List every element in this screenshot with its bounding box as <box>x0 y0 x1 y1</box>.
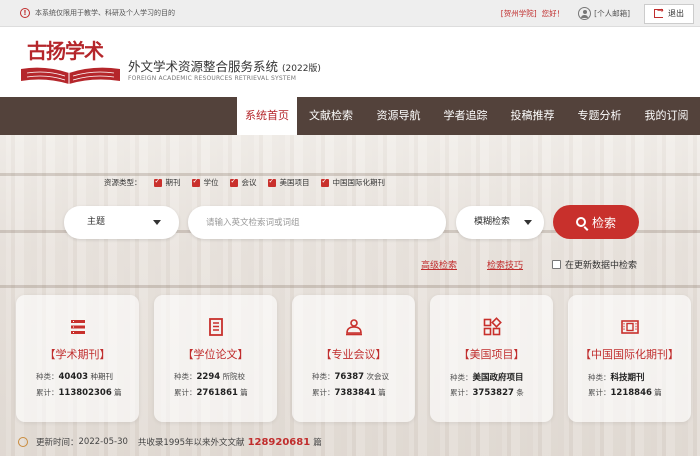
type-checkbox-conference[interactable]: 会议 <box>229 177 257 188</box>
total-value: 128920681 <box>247 436 311 448</box>
search-icon <box>575 217 586 227</box>
school-name[interactable]: [贺州学院] <box>501 8 537 19</box>
resource-card-thesis[interactable]: 【学位论文】 种类：2294 所院校 累计：2761861 篇 <box>154 295 277 422</box>
nav-literature-search[interactable]: 文献检索 <box>297 97 365 135</box>
type-label: 中国国际化期刊 <box>332 178 386 187</box>
total-prefix: 共收录1995年以来外文文献 <box>137 438 245 448</box>
card-total-count: 累计：3753827 条 <box>450 388 524 398</box>
nav-my-subscription[interactable]: 我的订阅 <box>633 97 700 135</box>
search-button-label: 检索 <box>591 215 616 230</box>
advanced-search-link[interactable]: 高级检索 <box>421 258 457 271</box>
resource-type-filter: 资源类型： 期刊 学位 会议 美国项目 中国国际化期刊 <box>104 177 396 188</box>
site-header: 古扬学术 外文学术资源整合服务系统 (2022版) FOREIGN ACADEM… <box>0 27 700 97</box>
user-icon <box>578 7 592 20</box>
checkbox-checked-icon <box>191 177 200 187</box>
resource-card-journal[interactable]: 【学术期刊】 种类：40403 种期刊 累计：113802306 篇 <box>16 295 139 422</box>
nav-scholar-tracking[interactable]: 学者追踪 <box>432 97 499 135</box>
checkbox-checked-icon <box>153 177 162 187</box>
system-title-text: 外文学术资源整合服务系统 <box>128 59 279 74</box>
card-type-count: 种类：40403 种期刊 <box>36 372 113 382</box>
search-button[interactable]: 检索 <box>553 205 639 239</box>
logout-label: 退出 <box>668 9 684 18</box>
intl-journal-icon <box>620 320 639 334</box>
shelf-line <box>0 285 700 288</box>
resource-card-conference[interactable]: 【专业会议】 种类：76387 次会议 累计：7383841 篇 <box>292 295 415 422</box>
search-field-value: 主题 <box>87 217 106 227</box>
match-mode-value: 模糊检索 <box>474 217 511 227</box>
card-total-count: 累计：2761861 篇 <box>174 388 248 398</box>
top-bar: ! 本系统仅限用于教学、科研及个人学习的目的 [贺州学院] 您好！ [个人邮箱]… <box>0 0 700 27</box>
main-nav: 系统首页 文献检索 资源导航 学者追踪 投稿推荐 专题分析 我的订阅 <box>0 97 700 135</box>
card-title: 【学位论文】 <box>182 348 249 361</box>
resource-card-us-project[interactable]: 【美国项目】 种类：美国政府项目 累计：3753827 条 <box>430 295 553 422</box>
search-input[interactable] <box>188 206 446 239</box>
lightbulb-icon <box>18 437 28 447</box>
checkbox-checked-icon <box>229 177 238 187</box>
update-time-label: 更新时间： <box>36 438 79 448</box>
user-box: [贺州学院] 您好！ [个人邮箱] 退出 <box>501 3 700 24</box>
logout-icon <box>654 6 664 18</box>
chevron-down-icon <box>153 220 161 225</box>
type-label: 会议 <box>241 178 257 187</box>
nav-topic-analysis[interactable]: 专题分析 <box>566 97 633 135</box>
conference-icon <box>345 319 362 336</box>
card-title: 【专业会议】 <box>320 348 387 361</box>
checkbox-checked-icon <box>267 177 276 187</box>
usage-notice-text: 本系统仅限用于教学、科研及个人学习的目的 <box>35 9 175 17</box>
search-field-select[interactable]: 主题 <box>64 206 179 239</box>
shelf-line <box>0 173 700 176</box>
card-total-count: 累计：1218846 篇 <box>588 388 662 398</box>
card-title: 【中国国际化期刊】 <box>580 348 679 361</box>
match-mode-select[interactable]: 模糊检索 <box>456 206 544 239</box>
resource-type-label: 资源类型： <box>104 178 142 187</box>
total-unit: 篇 <box>313 438 322 448</box>
card-total-count: 累计：113802306 篇 <box>36 388 122 398</box>
system-title: 外文学术资源整合服务系统 (2022版) <box>128 56 321 75</box>
nav-home[interactable]: 系统首页 <box>237 97 297 135</box>
usage-notice: ! 本系统仅限用于教学、科研及个人学习的目的 <box>20 8 175 18</box>
checkbox-checked-icon <box>320 177 329 187</box>
logo[interactable]: 古扬学术 <box>19 35 122 87</box>
system-subtitle: FOREIGN ACADEMIC RESOURCES RETRIEVAL SYS… <box>128 75 297 82</box>
type-checkbox-us-project[interactable]: 美国项目 <box>267 177 310 188</box>
update-time-value: 2022-05-30 <box>78 437 128 447</box>
type-label: 学位 <box>203 178 219 187</box>
card-type-count: 种类：美国政府项目 <box>450 373 524 383</box>
type-checkbox-degree[interactable]: 学位 <box>191 177 219 188</box>
checkbox-unchecked-icon <box>552 260 561 269</box>
card-type-count: 种类：76387 次会议 <box>312 372 389 382</box>
search-in-updates-label: 在更新数据中检索 <box>565 261 638 271</box>
greeting: 您好！ <box>541 9 565 18</box>
card-type-count: 种类：2294 所院校 <box>174 372 246 382</box>
resource-card-cn-intl-journal[interactable]: 【中国国际化期刊】 种类：科技期刊 累计：1218846 篇 <box>568 295 691 422</box>
warning-icon: ! <box>20 8 30 18</box>
type-label: 美国项目 <box>279 178 310 187</box>
thesis-icon <box>208 318 223 336</box>
card-type-count: 种类：科技期刊 <box>588 373 645 383</box>
logout-button[interactable]: 退出 <box>644 3 694 24</box>
type-checkbox-journal[interactable]: 期刊 <box>153 177 181 188</box>
book-logo-icon <box>21 67 120 84</box>
logo-text: 古扬学术 <box>27 39 104 63</box>
chevron-down-icon <box>524 220 532 225</box>
search-tips-link[interactable]: 检索技巧 <box>487 258 523 271</box>
type-checkbox-cn-intl-journal[interactable]: 中国国际化期刊 <box>320 177 386 188</box>
type-label: 期刊 <box>165 178 181 187</box>
card-title: 【美国项目】 <box>458 348 525 361</box>
nav-submission-recommend[interactable]: 投稿推荐 <box>499 97 566 135</box>
card-total-count: 累计：7383841 篇 <box>312 388 386 398</box>
card-title: 【学术期刊】 <box>44 348 111 361</box>
journal-icon <box>70 320 85 334</box>
system-title-year: (2022版) <box>282 64 321 74</box>
search-in-updates-checkbox[interactable]: 在更新数据中检索 <box>552 258 637 271</box>
personal-mailbox-link[interactable]: [个人邮箱] <box>594 8 630 19</box>
nav-resource-navigation[interactable]: 资源导航 <box>365 97 432 135</box>
update-info-bar: 更新时间： 2022-05-30 共收录1995年以来外文文献 12892068… <box>18 436 322 448</box>
project-icon <box>483 317 502 336</box>
